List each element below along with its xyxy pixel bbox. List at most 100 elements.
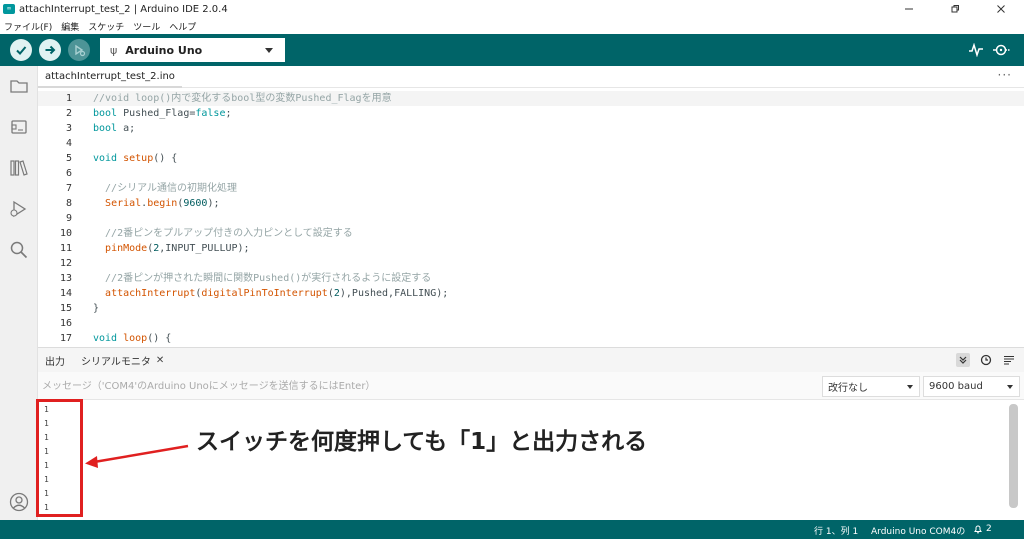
search-icon — [10, 241, 28, 259]
serial-plotter-icon — [969, 43, 983, 57]
close-icon — [997, 5, 1005, 13]
search-button[interactable] — [9, 240, 29, 260]
board-port-status: Arduino Uno COM4の — [871, 527, 966, 537]
line-number: 7 — [65, 183, 72, 194]
more-actions-icon[interactable]: ··· — [998, 68, 1012, 82]
code-token: pinMode — [105, 243, 148, 254]
line-number: 12 — [59, 258, 72, 269]
board-manager-icon — [11, 120, 27, 134]
code-line: 12 — [38, 256, 1024, 271]
code-text: Serial.begin(9600); — [105, 198, 220, 209]
notification-count: 2 — [986, 524, 992, 534]
line-number: 8 — [65, 198, 72, 209]
menu-help[interactable]: ヘルプ — [169, 20, 196, 33]
upload-icon — [45, 45, 56, 55]
upload-button[interactable] — [39, 39, 61, 61]
menu-sketch[interactable]: スケッチ — [88, 20, 124, 33]
code-text: //2番ピンをプルアップ付きの入力ピンとして設定する — [93, 228, 353, 239]
window-controls — [886, 0, 1024, 18]
code-token: setup — [123, 153, 154, 164]
clear-output-icon — [1004, 355, 1014, 365]
code-text: //2番ピンが押された瞬間に関数Pushed()が実行されるように設定する — [93, 273, 432, 284]
code-line: 9 — [38, 211, 1024, 226]
tab-output[interactable]: 出力 — [45, 353, 65, 368]
bell-icon — [974, 525, 982, 534]
debug-button[interactable] — [68, 39, 90, 61]
menu-edit[interactable]: 編集 — [61, 20, 79, 33]
notifications-button[interactable]: 2 — [973, 524, 992, 534]
serial-scrollbar[interactable] — [1009, 404, 1018, 508]
clear-output-button[interactable] — [1002, 353, 1016, 367]
account-button[interactable] — [9, 492, 29, 512]
annotation-text: スイッチを何度押しても「1」と出力される — [196, 429, 648, 455]
line-ending-value: 改行なし — [828, 383, 868, 394]
library-manager-button[interactable] — [9, 158, 29, 178]
code-text: bool Pushed_Flag=false; — [93, 108, 232, 119]
debug-icon — [10, 200, 27, 218]
toolbar: ψ Arduino Uno — [0, 34, 1024, 66]
close-icon[interactable]: ✕ — [156, 355, 164, 366]
code-token: begin — [147, 198, 178, 209]
line-number: 13 — [59, 273, 72, 284]
serial-plotter-button[interactable] — [966, 42, 986, 58]
close-button[interactable] — [978, 0, 1024, 18]
code-line: 11 pinMode(2,INPUT_PULLUP); — [38, 241, 1024, 256]
autoscroll-button[interactable] — [956, 353, 970, 367]
sketchbook-button[interactable] — [9, 76, 29, 96]
line-number: 15 — [59, 303, 72, 314]
arduino-logo-icon: ∞ — [3, 4, 15, 14]
timestamp-icon — [980, 354, 992, 366]
library-icon — [10, 160, 28, 176]
code-token: attachInterrupt — [105, 288, 196, 299]
line-number: 6 — [65, 168, 72, 179]
code-text: } — [93, 303, 100, 314]
folder-icon — [10, 80, 28, 93]
code-token: bool — [93, 108, 118, 119]
menu-tools[interactable]: ツール — [133, 20, 160, 33]
code-line: 10 //2番ピンをプルアップ付きの入力ピンとして設定する — [38, 226, 1024, 241]
code-token: 2 — [153, 243, 160, 254]
timestamp-button[interactable] — [979, 353, 993, 367]
code-line: 1 //void loop()内で変化するbool型の変数Pushed_Flagを… — [38, 91, 1024, 106]
board-selector[interactable]: ψ Arduino Uno — [100, 38, 285, 62]
minimize-icon — [905, 8, 913, 10]
menu-file[interactable]: ファイル(F) — [4, 20, 52, 33]
line-number: 1 — [65, 93, 72, 104]
boards-manager-button[interactable] — [9, 117, 29, 137]
output-panel-tabs: 出力 シリアルモニタ ✕ — [38, 347, 1024, 372]
code-text: void setup() { — [93, 153, 178, 164]
line-number: 2 — [65, 108, 72, 119]
code-line: 7 //シリアル通信の初期化処理 — [38, 181, 1024, 196]
code-token: loop — [123, 333, 148, 344]
line-ending-select[interactable]: 改行なし — [822, 376, 920, 397]
baud-rate-select[interactable]: 9600 baud — [923, 376, 1020, 397]
code-line: 14 attachInterrupt(digitalPinToInterrupt… — [38, 286, 1024, 301]
maximize-button[interactable] — [932, 0, 978, 18]
annotation-arrow-icon — [85, 444, 189, 468]
account-icon — [9, 492, 29, 512]
verify-button[interactable] — [10, 39, 32, 61]
serial-monitor-button[interactable] — [992, 42, 1012, 58]
autoscroll-icon — [959, 356, 967, 364]
line-number: 11 — [59, 243, 72, 254]
code-line: 17 void loop() { — [38, 331, 1024, 346]
code-token: digitalPinToInterrupt — [201, 288, 328, 299]
code-text: attachInterrupt(digitalPinToInterrupt(2)… — [105, 288, 449, 299]
verify-icon — [16, 46, 27, 55]
baud-rate-value: 9600 baud — [929, 381, 983, 392]
code-editor[interactable]: 1 //void loop()内で変化するbool型の変数Pushed_Flagを… — [38, 89, 1024, 347]
tab-sketch-file[interactable]: attachInterrupt_test_2.ino — [38, 66, 182, 88]
editor-tab-bar: attachInterrupt_test_2.ino ··· — [38, 66, 1024, 88]
code-text: void loop() { — [93, 333, 172, 344]
code-token: void — [93, 333, 118, 344]
tab-serial-monitor[interactable]: シリアルモニタ — [81, 353, 151, 368]
debug-icon — [75, 44, 86, 57]
debugger-button[interactable] — [9, 199, 29, 219]
serial-message-input[interactable] — [38, 376, 808, 396]
minimize-button[interactable] — [886, 0, 932, 18]
code-token: 2 — [333, 288, 340, 299]
line-number: 4 — [65, 138, 72, 149]
code-token: bool — [93, 123, 118, 134]
cursor-position: 行 1、列 1 — [814, 527, 859, 537]
code-text: bool a; — [93, 123, 136, 134]
